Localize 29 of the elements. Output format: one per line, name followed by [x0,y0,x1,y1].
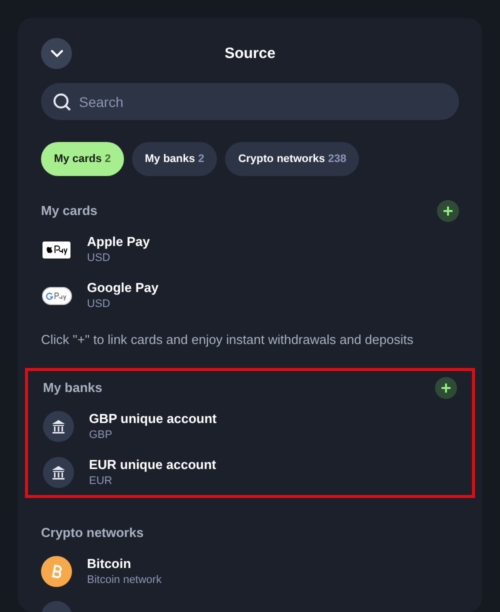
item-name: EUR unique account [89,456,216,472]
item-name: GBP unique account [89,410,217,426]
item-subtitle: Bitcoin network [87,572,162,588]
item-name: Bitcoin [87,554,132,572]
add-button[interactable]: + [437,200,459,222]
bank-icon [43,410,74,442]
item-subtitle: EUR [89,474,114,488]
google-pay-icon [42,286,72,304]
filter-tab[interactable]: Crypto networks 238 [225,142,360,176]
apple-pay-icon [42,240,71,258]
add-button[interactable]: + [435,376,457,398]
section-title: Crypto networks [41,524,144,542]
bank-icon [43,456,74,488]
item-name: Apple Pay [87,233,150,250]
item-subtitle: GBP [89,428,114,442]
item-subtitle: USD [87,251,112,266]
search-field[interactable]: Search [41,83,459,120]
page-title: Source [224,44,276,64]
item-subtitle: USD [87,297,112,312]
search-icon [53,93,71,111]
hint-text: Click "+" to link cards and enjoy instant withdrawals and deposits [41,331,414,349]
collapse-button[interactable] [41,38,72,69]
bitcoin-icon [41,556,72,586]
chevron-down-icon [50,50,62,58]
filter-tab[interactable]: My banks 2 [132,142,218,176]
section-title: My banks [43,378,102,397]
filter-tab[interactable]: My cards 2 [41,142,124,176]
section-title: My cards [41,202,98,220]
item-name: Google Pay [87,279,159,296]
